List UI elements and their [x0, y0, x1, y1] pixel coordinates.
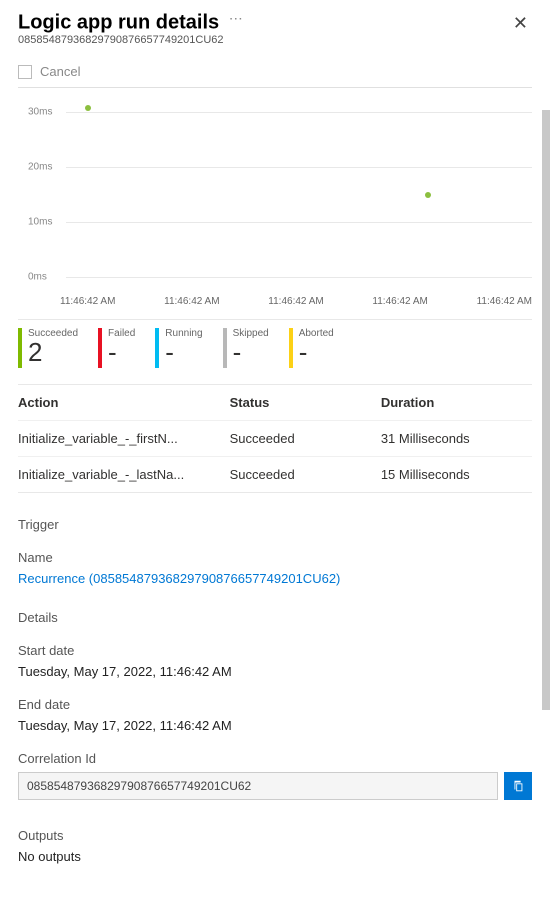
cancel-button[interactable]: Cancel [40, 64, 80, 79]
tile-bar [18, 328, 22, 368]
y-tick: 10ms [28, 217, 52, 228]
cell-status: Succeeded [230, 467, 381, 482]
cell-duration: 31 Milliseconds [381, 431, 532, 446]
tile-value: - [165, 339, 202, 365]
x-tick: 11:46:42 AM [164, 296, 219, 307]
run-id: 08585487936829790876657749201CU62 [18, 34, 509, 46]
tile-value: 2 [28, 339, 78, 365]
copy-button[interactable] [504, 772, 532, 800]
cell-action: Initialize_variable_-_lastNa... [18, 467, 230, 482]
copy-icon [511, 779, 525, 793]
x-tick: 11:46:42 AM [268, 296, 323, 307]
tile-value: - [108, 339, 135, 365]
cell-duration: 15 Milliseconds [381, 467, 532, 482]
trigger-name-link[interactable]: Recurrence (0858548793682979087665774920… [18, 571, 532, 586]
close-icon[interactable]: ✕ [509, 10, 532, 36]
tile-succeeded: Succeeded 2 [18, 328, 78, 368]
y-tick: 30ms [28, 107, 52, 118]
end-date-label: End date [18, 697, 532, 712]
outputs-value: No outputs [18, 849, 532, 864]
panel-header: Logic app run details ⋯ 0858548793682979… [18, 10, 532, 46]
tile-bar [223, 328, 227, 368]
tile-skipped: Skipped - [223, 328, 269, 368]
x-tick: 11:46:42 AM [372, 296, 427, 307]
actions-table: Action Status Duration Initialize_variab… [18, 384, 532, 493]
tile-failed: Failed - [98, 328, 135, 368]
table-row[interactable]: Initialize_variable_-_firstN... Succeede… [18, 421, 532, 457]
duration-chart: 30ms 20ms 10ms 0ms 11:46:42 AM 11:46:42 … [18, 102, 532, 307]
tile-bar [98, 328, 102, 368]
run-details-panel: Logic app run details ⋯ 0858548793682979… [0, 0, 550, 920]
tile-bar [289, 328, 293, 368]
tile-running: Running - [155, 328, 202, 368]
toolbar: Cancel [18, 64, 532, 79]
correlation-id-field[interactable] [18, 772, 498, 800]
x-tick: 11:46:42 AM [477, 296, 532, 307]
y-tick: 20ms [28, 162, 52, 173]
trigger-heading: Trigger [18, 517, 532, 532]
tile-value: - [299, 339, 334, 365]
tile-aborted: Aborted - [289, 328, 334, 368]
details-heading: Details [18, 610, 532, 625]
divider [18, 87, 532, 88]
outputs-heading: Outputs [18, 828, 532, 843]
page-title: Logic app run details [18, 11, 219, 33]
x-tick: 11:46:42 AM [60, 296, 115, 307]
status-summary: Succeeded 2 Failed - Running - Skipped - [18, 319, 532, 368]
scrollbar[interactable] [542, 110, 550, 710]
table-header: Action Status Duration [18, 385, 532, 421]
start-date-label: Start date [18, 643, 532, 658]
y-tick: 0ms [28, 272, 47, 283]
start-date-value: Tuesday, May 17, 2022, 11:46:42 AM [18, 664, 532, 679]
end-date-value: Tuesday, May 17, 2022, 11:46:42 AM [18, 718, 532, 733]
cell-status: Succeeded [230, 431, 381, 446]
correlation-id-label: Correlation Id [18, 751, 532, 766]
more-icon[interactable]: ⋯ [229, 10, 243, 26]
col-duration[interactable]: Duration [381, 395, 532, 410]
cell-action: Initialize_variable_-_firstN... [18, 431, 230, 446]
col-status[interactable]: Status [230, 395, 381, 410]
table-row[interactable]: Initialize_variable_-_lastNa... Succeede… [18, 457, 532, 492]
tile-value: - [233, 339, 269, 365]
cancel-checkbox-icon[interactable] [18, 65, 32, 79]
col-action[interactable]: Action [18, 395, 230, 410]
x-axis: 11:46:42 AM 11:46:42 AM 11:46:42 AM 11:4… [60, 296, 532, 307]
tile-bar [155, 328, 159, 368]
trigger-name-label: Name [18, 550, 532, 565]
chart-point [425, 192, 431, 198]
chart-point [85, 105, 91, 111]
